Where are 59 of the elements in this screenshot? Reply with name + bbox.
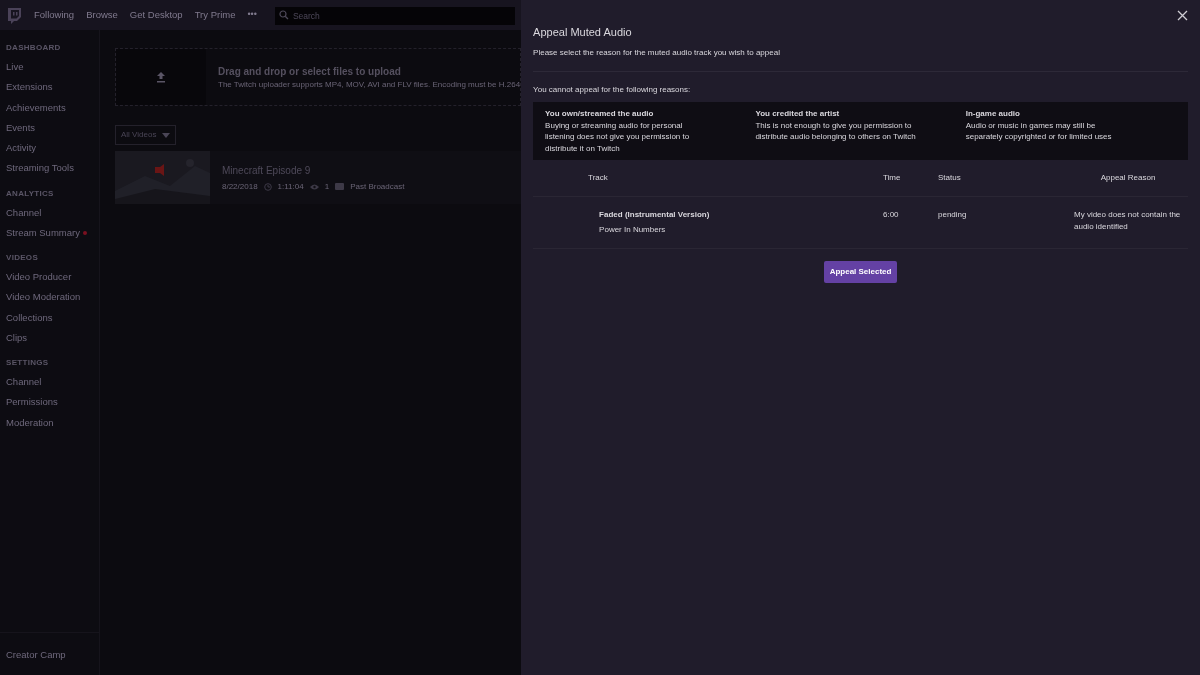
appeal-reason: My video does not contain the audio identified: [1073, 209, 1182, 233]
section-heading: ANALYTICS: [6, 187, 55, 200]
sidebar-item[interactable]: Extensions: [6, 80, 53, 95]
track-title: Faded (Instrumental Version): [599, 209, 711, 222]
reason-text: Buying or streaming audio for personal listening does not give you permission to distribute it on Twitch: [545, 119, 691, 155]
video-icon: [335, 183, 345, 190]
close-icon[interactable]: [1177, 10, 1188, 21]
sidebar-item[interactable]: Permissions: [6, 395, 58, 410]
modal-title: Appeal Muted Audio: [533, 25, 633, 40]
column-header: Appeal Reason: [1099, 172, 1157, 185]
upload-title: Drag and drop or select files to upload: [218, 64, 402, 79]
reason-title: You own/streamed the audio: [545, 107, 655, 120]
nav-link[interactable]: Following: [34, 7, 75, 23]
sidebar-item[interactable]: Channel: [6, 375, 42, 390]
sidebar-item[interactable]: Achievements: [6, 100, 66, 115]
track-artist: Power In Numbers: [599, 224, 667, 237]
caret-icon: [162, 132, 171, 138]
sidebar-item[interactable]: Clips: [6, 330, 28, 345]
sidebar-item[interactable]: Stream Summary: [6, 225, 80, 240]
nav-link[interactable]: Try Prime: [194, 7, 236, 23]
reason-title: You credited the artist: [755, 107, 841, 120]
nav-link[interactable]: Browse: [86, 7, 118, 23]
section-heading: SETTINGS: [6, 357, 50, 369]
sidebar-item[interactable]: Streaming Tools: [6, 161, 74, 176]
eye-icon: [309, 183, 319, 190]
sidebar-item[interactable]: Moderation: [6, 415, 54, 430]
notice-text: You cannot appeal for the following reasons:: [533, 83, 692, 96]
sidebar-item[interactable]: Activity: [6, 141, 37, 156]
section-heading: DASHBOARD: [6, 42, 62, 54]
video-type: Past Broadcast: [350, 180, 405, 193]
sidebar-item[interactable]: Creator Camp: [6, 649, 66, 660]
instruction-text: Please select the reason for the muted audio track you wish to appeal: [533, 46, 1188, 72]
upload-icon[interactable]: [155, 71, 167, 83]
sidebar-item[interactable]: Video Producer: [6, 270, 72, 285]
clock-icon: [263, 182, 272, 191]
column-header: Time: [883, 172, 902, 185]
filter-dropdown[interactable]: All Videos: [115, 125, 177, 145]
view-count: 1: [324, 180, 330, 193]
appeal-button[interactable]: Appeal Selected: [823, 261, 898, 284]
reason-text: Audio or music in games may still be separately copyrighted or for limited uses: [965, 119, 1113, 143]
column-header: Status: [938, 172, 962, 185]
logo-icon[interactable]: [6, 6, 22, 24]
section-heading: VIDEOS: [6, 252, 40, 264]
search-field[interactable]: Search: [274, 6, 515, 25]
sidebar-item[interactable]: Live: [6, 60, 24, 75]
sidebar-item[interactable]: Collections: [6, 310, 53, 325]
video-duration: 1:11:04: [277, 180, 304, 193]
sidebar-item[interactable]: Events: [6, 120, 36, 135]
column-header: Track: [587, 172, 609, 185]
nav-link[interactable]: Get Desktop: [129, 7, 183, 23]
sidebar-item[interactable]: Video Moderation: [6, 290, 81, 305]
upload-description: The Twitch uploader supports MP4, MOV, AVI and FLV files. Encoding must be H.264: [218, 78, 521, 91]
reason-text: This is not enough to give you permission to distribute audio belonging to others on Twitch: [755, 119, 917, 143]
status-text: pending: [938, 209, 968, 222]
more-menu[interactable]: •••: [247, 8, 257, 22]
video-date: 8/22/2018: [222, 180, 258, 193]
table-cell-text: 6:00: [883, 209, 900, 222]
sidebar-item[interactable]: Channel: [6, 205, 42, 220]
reason-title: In-game audio: [965, 107, 1021, 120]
